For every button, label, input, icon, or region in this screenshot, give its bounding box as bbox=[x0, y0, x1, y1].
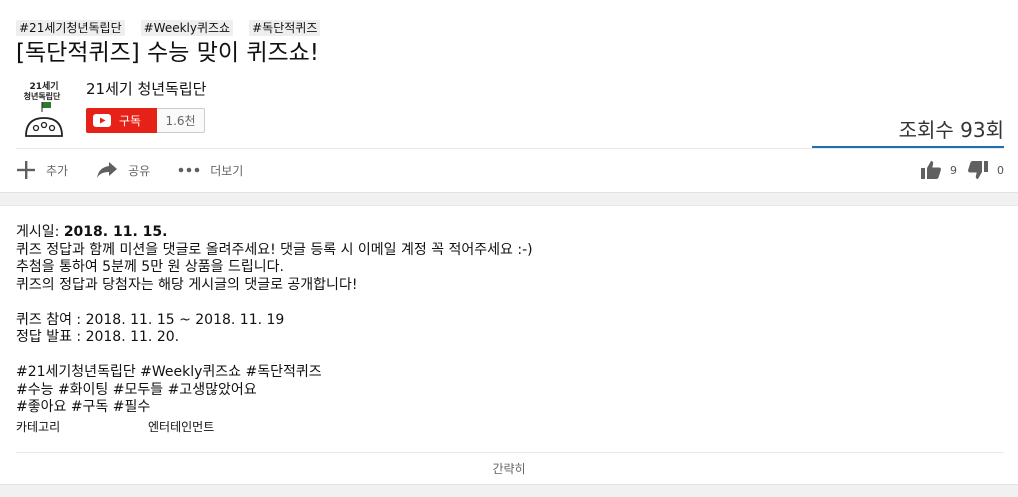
channel-name-link[interactable]: 21세기 청년독립단 bbox=[86, 79, 206, 99]
subscriber-count: 1.6천 bbox=[157, 108, 205, 133]
action-bar: 추가 공유 더보기 bbox=[16, 160, 271, 180]
description-card: 게시일: 2018. 11. 15. 퀴즈 정답과 함께 미션을 댓글로 올려주… bbox=[0, 205, 1018, 485]
channel-avatar[interactable]: 21세기 청년독립단 bbox=[16, 78, 72, 140]
video-info-card: #21세기청년독립단 #Weekly퀴즈쇼 #독단적퀴즈 [독단적퀴즈] 수능 … bbox=[0, 0, 1018, 193]
hashtag-link[interactable]: #21세기청년독립단 bbox=[16, 20, 125, 36]
published-line: 게시일: 2018. 11. 15. bbox=[16, 224, 533, 242]
category-row: 카테고리 엔터테인먼트 bbox=[16, 418, 214, 435]
hashtag-line[interactable]: #수능 #화이팅 #모두들 #고생많았어요 bbox=[16, 382, 533, 400]
like-count: 9 bbox=[950, 163, 957, 177]
more-label: 더보기 bbox=[210, 163, 244, 178]
plus-icon bbox=[17, 161, 35, 179]
published-date: 2018. 11. 15. bbox=[63, 224, 168, 240]
schedule-line: 정답 발표 : 2018. 11. 20. bbox=[16, 329, 180, 345]
avatar-text-line1: 21세기 bbox=[29, 80, 58, 92]
video-title: [독단적퀴즈] 수능 맞이 퀴즈쇼! bbox=[16, 40, 320, 66]
rating-bar: 9 0 bbox=[920, 160, 1004, 180]
more-dots-icon bbox=[178, 167, 200, 173]
divider bbox=[16, 148, 1004, 149]
dislike-count: 0 bbox=[997, 163, 1004, 177]
subscribe-button[interactable]: 구독 bbox=[86, 108, 157, 133]
description-line: 퀴즈 정답과 함께 미션을 댓글로 올려주세요! 댓글 등록 시 이메일 계정 … bbox=[16, 241, 533, 258]
divider bbox=[16, 452, 1004, 453]
category-value[interactable]: 엔터테인먼트 bbox=[148, 418, 214, 435]
more-button[interactable]: 더보기 bbox=[178, 162, 243, 179]
hashtag-link[interactable]: #Weekly퀴즈쇼 bbox=[140, 20, 234, 36]
view-count: 조회수 93회 bbox=[898, 118, 1004, 142]
hashtag-link[interactable]: #독단적퀴즈 bbox=[249, 20, 321, 36]
schedule-line: 퀴즈 참여 : 2018. 11. 15 ~ 2018. 11. 19 bbox=[16, 311, 285, 328]
share-arrow-icon bbox=[97, 162, 118, 178]
dislike-button[interactable]: 0 bbox=[967, 160, 1004, 180]
like-button[interactable]: 9 bbox=[920, 160, 957, 180]
add-to-button[interactable]: 추가 bbox=[16, 160, 68, 180]
subscribe-label: 구독 bbox=[119, 114, 142, 128]
youtube-play-icon bbox=[93, 114, 111, 127]
share-label: 공유 bbox=[128, 163, 151, 178]
description-line: 추첨을 통하여 5분께 5만 원 상품을 드립니다. bbox=[16, 259, 284, 275]
avatar-text-line2: 청년독립단 bbox=[24, 91, 61, 101]
video-description: 게시일: 2018. 11. 15. 퀴즈 정답과 함께 미션을 댓글로 올려주… bbox=[16, 224, 533, 417]
hashtag-row: #21세기청년독립단 #Weekly퀴즈쇼 #독단적퀴즈 bbox=[16, 20, 321, 36]
category-label: 카테고리 bbox=[16, 420, 61, 434]
hashtag-line[interactable]: #좋아요 #구독 #필수 bbox=[16, 399, 533, 417]
thumbs-down-icon bbox=[968, 161, 988, 179]
hashtag-line[interactable]: #21세기청년독립단 #Weekly퀴즈쇼 #독단적퀴즈 bbox=[16, 364, 533, 382]
add-label: 추가 bbox=[46, 163, 69, 178]
share-button[interactable]: 공유 bbox=[96, 161, 150, 179]
description-line: 퀴즈의 정답과 당첨자는 해당 게시글의 댓글로 공개합니다! bbox=[16, 276, 358, 293]
thumbs-up-icon bbox=[921, 161, 941, 179]
published-label: 게시일: bbox=[16, 224, 64, 240]
show-less-button[interactable]: 간략히 bbox=[0, 460, 1018, 477]
